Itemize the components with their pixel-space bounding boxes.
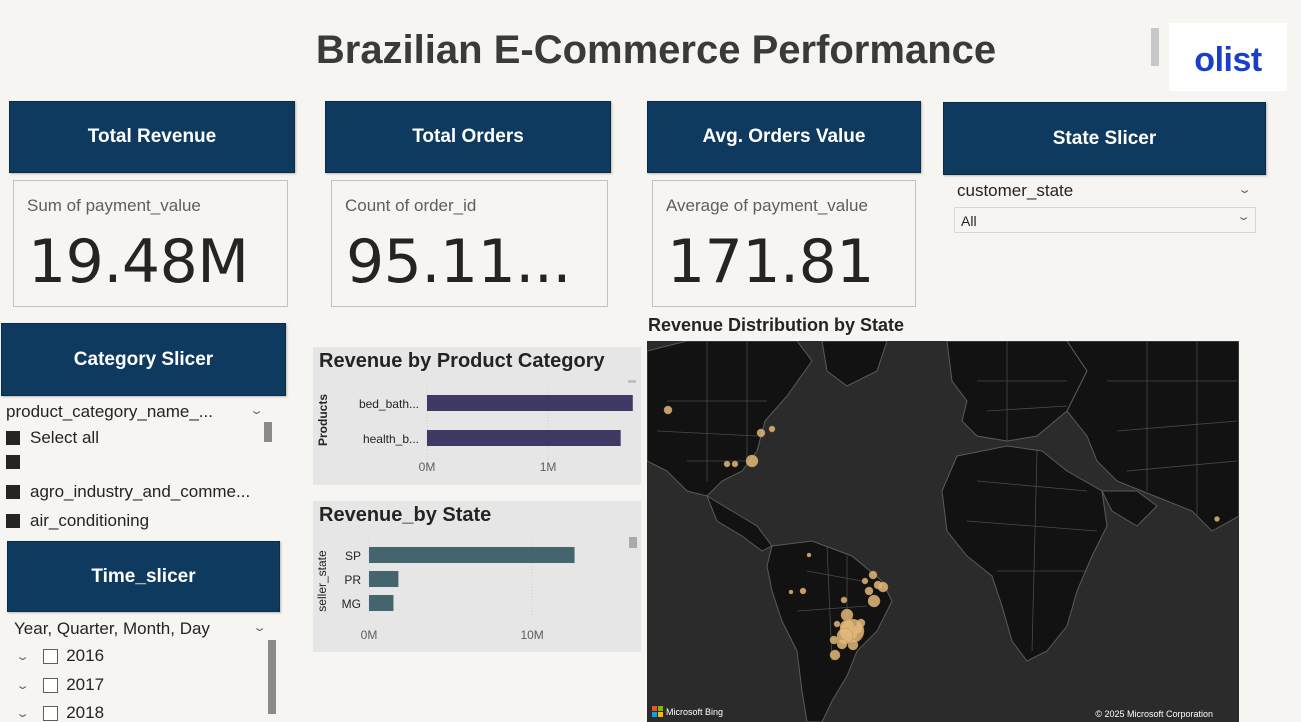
bing-attribution: Microsoft Bing bbox=[652, 706, 723, 717]
checkbox-icon bbox=[6, 455, 20, 469]
expand-chevron-icon[interactable]: ⌄ bbox=[15, 679, 30, 692]
total-revenue-card[interactable]: Sum of payment_value 19.48M bbox=[13, 180, 288, 307]
microsoft-logo-icon bbox=[652, 706, 663, 717]
category-item[interactable]: Select all bbox=[6, 428, 99, 448]
x-tick-label: 1M bbox=[540, 460, 557, 474]
state-dropdown-value: All bbox=[961, 213, 977, 229]
chevron-down-icon[interactable]: ⌄ bbox=[249, 404, 264, 417]
total-revenue-label: Sum of payment_value bbox=[27, 196, 201, 215]
state-dropdown[interactable]: All ⌄ bbox=[954, 207, 1256, 233]
map-bubble bbox=[745, 454, 759, 468]
map-bubble bbox=[756, 428, 766, 438]
category-item[interactable]: air_conditioning bbox=[6, 511, 149, 531]
category-slicer-field: product_category_name_... bbox=[6, 402, 213, 421]
map-bubble bbox=[836, 638, 848, 650]
map-bubble bbox=[806, 552, 812, 558]
bar bbox=[369, 547, 575, 563]
y-axis-label: seller_state bbox=[315, 550, 329, 612]
chevron-down-icon: ⌄ bbox=[1236, 211, 1251, 223]
bar bbox=[369, 571, 399, 587]
central-america-shape bbox=[705, 494, 773, 552]
total-orders-value: 95.11... bbox=[346, 227, 571, 297]
category-label: bed_bath... bbox=[359, 397, 419, 411]
state-slicer-header: State Slicer bbox=[943, 102, 1266, 175]
page-title: Brazilian E-Commerce Performance bbox=[315, 28, 997, 72]
chevron-down-icon[interactable]: ⌄ bbox=[1237, 183, 1252, 196]
y-axis-label: Products bbox=[316, 394, 330, 446]
checkbox-icon[interactable] bbox=[43, 705, 59, 721]
total-revenue-header: Total Revenue bbox=[9, 101, 295, 173]
avg-order-value-label: Average of payment_value bbox=[666, 196, 868, 215]
time-slicer-header: Time_slicer bbox=[7, 541, 280, 612]
category-item[interactable]: agro_industry_and_comme... bbox=[6, 482, 250, 502]
north-america-shape bbox=[647, 341, 813, 497]
map-bubble bbox=[799, 587, 807, 595]
revenue-by-state-chart[interactable]: Revenue_by State seller_state 0M 10M SP PR MG bbox=[313, 501, 641, 652]
checkbox-icon[interactable] bbox=[43, 677, 59, 693]
divider-bar bbox=[1151, 28, 1159, 66]
map-bubble bbox=[867, 594, 881, 608]
map-bubble bbox=[723, 460, 731, 468]
map-bubble bbox=[877, 581, 889, 593]
map-bubble bbox=[768, 425, 776, 433]
revenue-by-state-svg: seller_state 0M 10M SP PR MG bbox=[315, 539, 575, 642]
map-title: Revenue Distribution by State bbox=[648, 315, 905, 335]
copyright-text: © 2025 Microsoft Corporation bbox=[1095, 709, 1213, 719]
expand-chevron-icon[interactable]: ⌄ bbox=[15, 650, 30, 663]
map-bubble bbox=[868, 570, 878, 580]
europe-shape bbox=[946, 341, 1088, 442]
year-item[interactable]: ⌄ 2016 bbox=[14, 646, 104, 666]
total-revenue-value: 19.48M bbox=[28, 227, 249, 297]
avg-order-value-card[interactable]: Average of payment_value 171.81 bbox=[652, 180, 916, 307]
bar bbox=[427, 430, 621, 446]
bar bbox=[369, 595, 394, 611]
avg-order-value-value: 171.81 bbox=[667, 227, 874, 297]
total-orders-label: Count of order_id bbox=[345, 196, 477, 215]
year-item[interactable]: ⌄ 2018 bbox=[14, 703, 104, 722]
time-scrollbar[interactable] bbox=[268, 640, 276, 714]
product-category-svg: Products 0M 1M bed_bath... health_b... bbox=[316, 387, 633, 474]
south-america-shape bbox=[766, 540, 893, 722]
map-bubble bbox=[861, 577, 869, 585]
category-scrollbar[interactable] bbox=[264, 422, 272, 442]
total-orders-card[interactable]: Count of order_id 95.11... bbox=[331, 180, 608, 307]
map-bubble bbox=[788, 589, 794, 595]
map-bubble bbox=[663, 405, 673, 415]
year-item[interactable]: ⌄ 2017 bbox=[14, 675, 104, 695]
category-label: PR bbox=[344, 573, 361, 587]
checkbox-icon bbox=[6, 514, 20, 528]
product-category-chart[interactable]: Revenue by Product Category Products 0M 1M… bbox=[313, 347, 641, 485]
x-tick-label: 0M bbox=[419, 460, 436, 474]
category-label: health_b... bbox=[363, 432, 419, 446]
checkbox-icon bbox=[6, 485, 20, 499]
checkbox-icon bbox=[6, 431, 20, 445]
olist-logo: olist bbox=[1169, 23, 1287, 91]
map-bubble bbox=[840, 596, 848, 604]
map-bubble bbox=[829, 635, 839, 645]
map-bubble bbox=[864, 586, 874, 596]
map-bubble bbox=[833, 620, 841, 628]
arabia-shape bbox=[1101, 490, 1158, 527]
category-item[interactable] bbox=[6, 455, 30, 469]
checkbox-icon[interactable] bbox=[43, 648, 59, 664]
chevron-down-icon[interactable]: ⌄ bbox=[252, 621, 267, 634]
total-orders-header: Total Orders bbox=[325, 101, 611, 173]
revenue-map[interactable]: Microsoft Bing © 2025 Microsoft Corporat… bbox=[647, 341, 1239, 722]
africa-shape bbox=[941, 445, 1108, 662]
category-label: MG bbox=[342, 597, 361, 611]
x-tick-label: 10M bbox=[520, 628, 543, 642]
time-slicer-field: Year, Quarter, Month, Day bbox=[14, 619, 210, 638]
avg-order-value-header: Avg. Orders Value bbox=[647, 101, 921, 173]
world-map-svg bbox=[647, 341, 1239, 722]
category-label: SP bbox=[345, 549, 361, 563]
x-tick-label: 0M bbox=[361, 628, 378, 642]
map-bubble bbox=[731, 460, 739, 468]
category-slicer-header: Category Slicer bbox=[1, 323, 286, 396]
bar bbox=[427, 395, 633, 411]
greenland-shape bbox=[821, 341, 888, 387]
map-bubble bbox=[829, 649, 841, 661]
state-slicer-field: customer_state bbox=[957, 181, 1074, 200]
expand-chevron-icon[interactable]: ⌄ bbox=[15, 707, 30, 720]
map-bubble bbox=[1214, 516, 1220, 522]
